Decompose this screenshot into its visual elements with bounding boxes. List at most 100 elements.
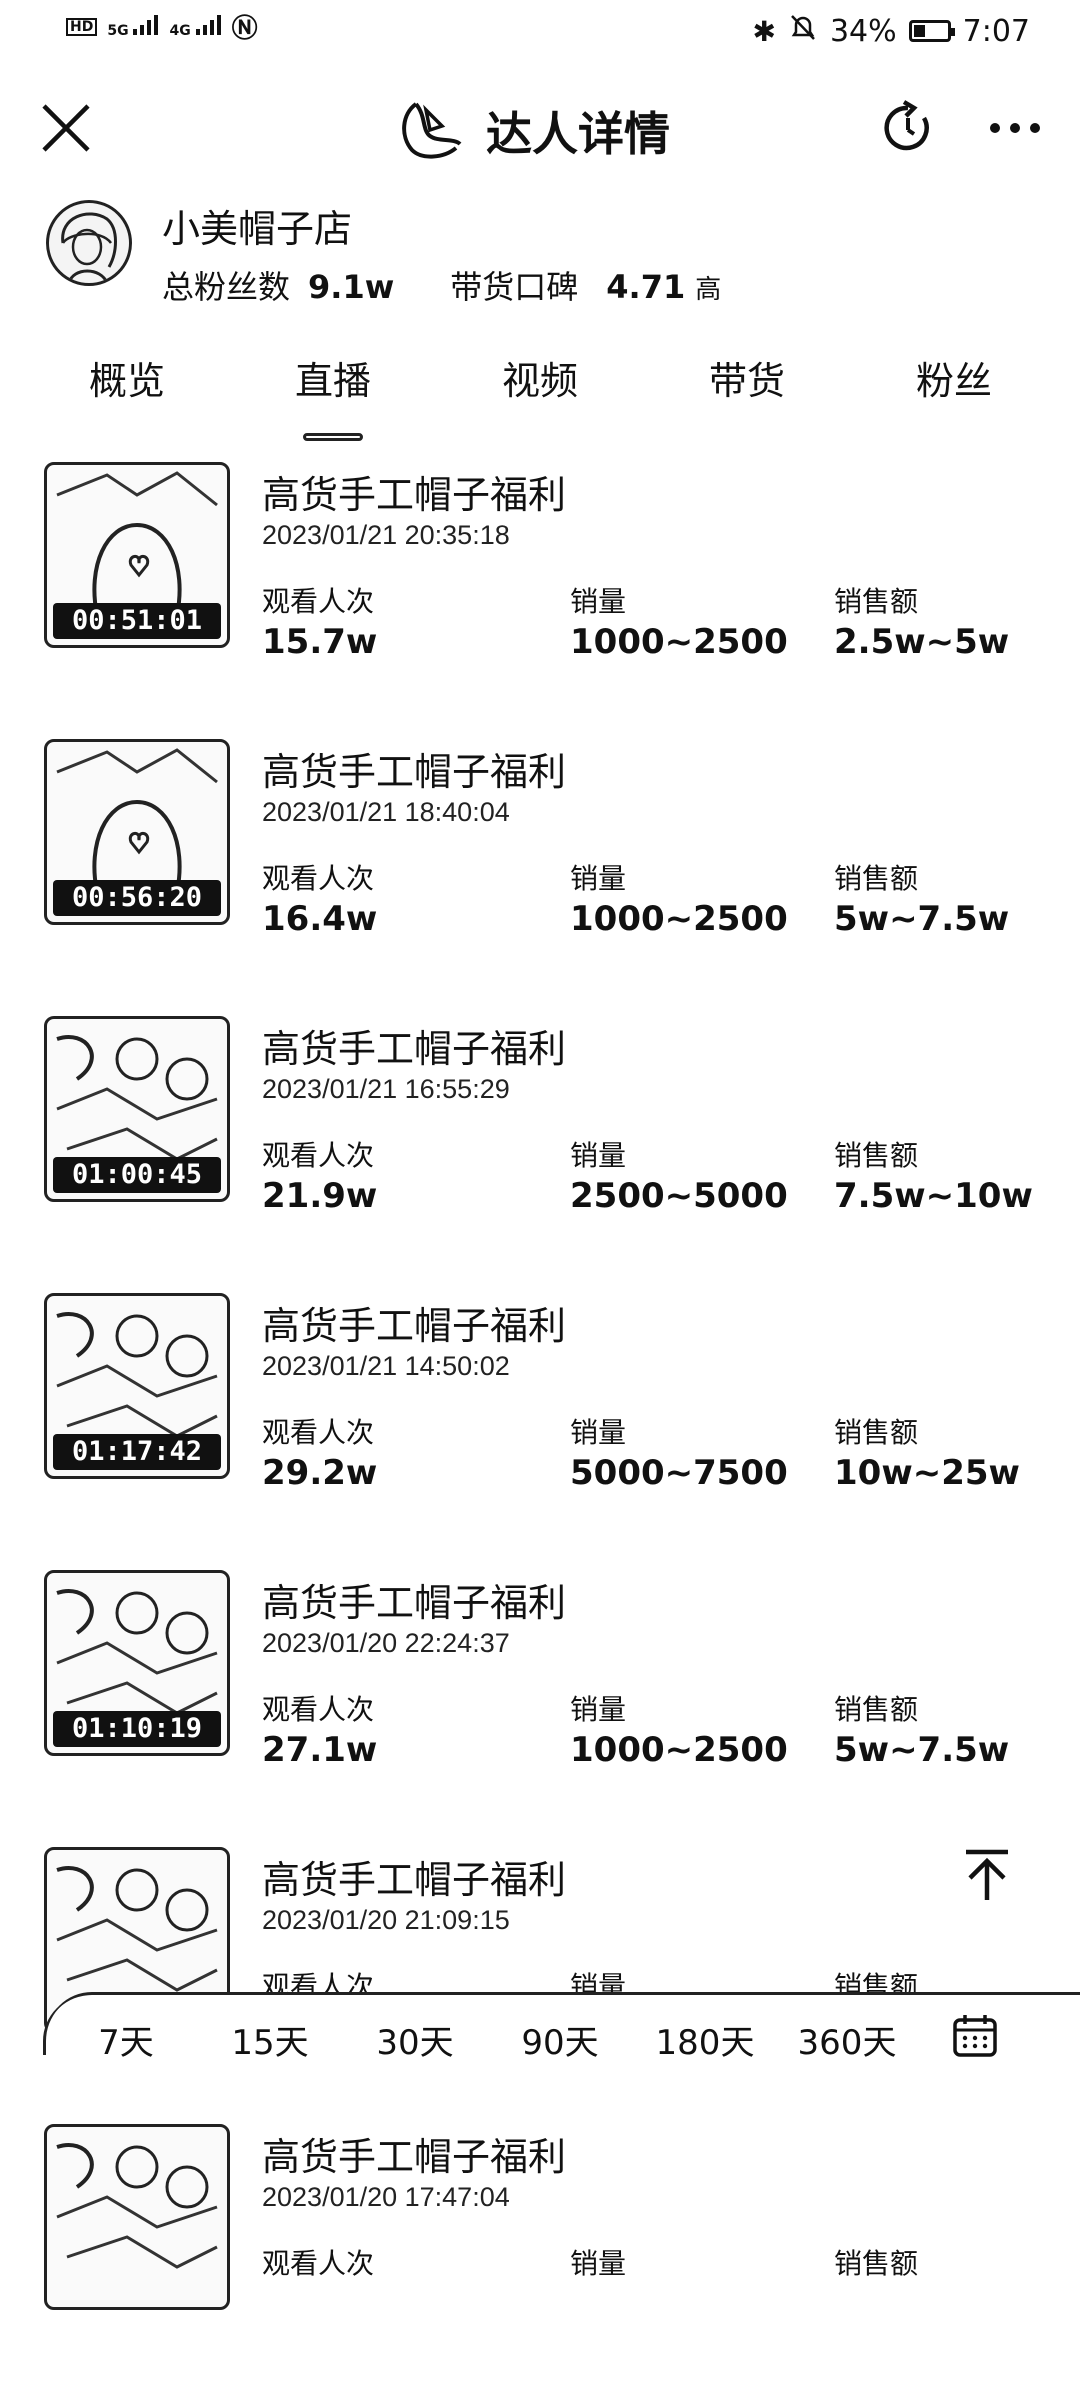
hd-icon: HD [66, 17, 98, 36]
revenue-metric: 销售额 5w~7.5w [834, 1688, 1009, 1770]
stream-duration: 00:51:01 [53, 603, 221, 639]
views-metric: 观看人次 [262, 2242, 374, 2284]
tab-overview[interactable]: 概览 [89, 350, 165, 405]
profile-stats: 总粉丝数 9.1w 带货口碑 4.71 高 [162, 262, 721, 308]
views-value: 21.9w [262, 1176, 378, 1216]
views-metric: 观看人次 27.1w [262, 1688, 377, 1770]
stream-item[interactable]: 00:56:20 高货手工帽子福利 2023/01/21 18:40:04 观看人次 1… [0, 739, 1080, 1016]
time-filter-bar: 7天 15天 30天 90天 180天 360天 [43, 1992, 1080, 2087]
filter-7-days[interactable]: 7天 [98, 2015, 154, 2064]
stream-time: 2023/01/20 21:09:15 [262, 1905, 510, 1935]
stream-time: 2023/01/20 17:47:04 [262, 2182, 510, 2212]
stream-item[interactable]: 01:00:45 高货手工帽子福利 2023/01/21 16:55:29 观看人次 2… [0, 1016, 1080, 1293]
refresh-icon [884, 100, 929, 151]
tab-video[interactable]: 视频 [502, 350, 578, 405]
battery-percent: 34% [829, 13, 897, 49]
views-label: 观看人次 [262, 1139, 375, 1172]
stream-thumbnail[interactable]: 01:10:19 [44, 1570, 230, 1756]
sales-metric: 销量 2500~5000 [570, 1134, 788, 1216]
revenue-value: 7.5w~10w [834, 1176, 1033, 1216]
filter-360-days[interactable]: 360天 [798, 2015, 897, 2064]
stream-thumbnail[interactable] [44, 2124, 230, 2310]
stream-item[interactable]: 01:17:42 高货手工帽子福利 2023/01/21 14:50:02 观看人次 2… [0, 1293, 1080, 1570]
tab-live[interactable]: 直播 [295, 350, 371, 405]
signal-5g-label: 5G [107, 22, 129, 39]
battery-icon [908, 20, 955, 42]
filter-180-days[interactable]: 180天 [656, 2015, 755, 2064]
close-button[interactable] [38, 100, 94, 156]
battery-fill [913, 25, 925, 37]
signal-4g-label: 4G [169, 22, 191, 39]
filter-90-days[interactable]: 90天 [521, 2015, 598, 2064]
stream-time: 2023/01/21 20:35:18 [262, 520, 510, 550]
rating-value: 4.71 [606, 268, 686, 306]
refresh-button[interactable] [880, 100, 936, 156]
stream-thumbnail[interactable]: 00:51:01 [44, 462, 230, 648]
revenue-value: 2.5w~5w [834, 622, 1010, 662]
stream-title: 高货手工帽子福利 [262, 2135, 567, 2179]
sales-label: 销量 [570, 2247, 627, 2280]
status-bar: HD 5G 4G Ⓝ ✱ 34% 7:07 [0, 0, 1080, 64]
stream-title: 高货手工帽子福利 [262, 1858, 567, 1902]
shop-name: 小美帽子店 [162, 207, 353, 251]
stream-time: 2023/01/21 14:50:02 [262, 1351, 510, 1381]
sales-label: 销量 [570, 1416, 627, 1449]
signal-5g-icon: 5G [107, 14, 159, 39]
views-value: 29.2w [262, 1453, 378, 1493]
stream-title: 高货手工帽子福利 [262, 1027, 567, 1071]
active-tab-indicator [303, 433, 363, 441]
mute-icon [788, 12, 818, 50]
tab-products[interactable]: 带货 [709, 350, 785, 405]
sales-value: 1000~2500 [570, 1730, 788, 1770]
sales-value: 2500~5000 [570, 1176, 788, 1216]
back-to-top-button[interactable] [962, 1848, 1012, 1902]
stream-thumbnail[interactable]: 01:00:45 [44, 1016, 230, 1202]
sales-metric: 销量 1000~2500 [570, 857, 788, 939]
tab-fans[interactable]: 粉丝 [916, 350, 992, 405]
revenue-label: 销售额 [834, 1416, 919, 1449]
revenue-label: 销售额 [834, 1693, 919, 1726]
stream-title: 高货手工帽子福利 [262, 473, 567, 517]
stream-thumbnail[interactable]: 00:56:20 [44, 739, 230, 925]
views-metric: 观看人次 21.9w [262, 1134, 377, 1216]
status-right: ✱ 34% 7:07 [752, 12, 1030, 50]
stream-thumbnail[interactable]: 01:17:42 [44, 1293, 230, 1479]
revenue-metric: 销售额 2.5w~5w [834, 580, 1009, 662]
more-button[interactable] [985, 100, 1045, 156]
back-to-top-icon [966, 1849, 1008, 1900]
filter-30-days[interactable]: 30天 [376, 2015, 453, 2064]
stream-item[interactable]: 00:51:01 高货手工帽子福利 2023/01/21 20:35:18 观看人次 1… [0, 462, 1080, 739]
stream-duration: 00:56:20 [53, 880, 221, 916]
clock: 7:07 [962, 13, 1030, 49]
revenue-label: 销售额 [834, 2247, 919, 2280]
stream-title: 高货手工帽子福利 [262, 750, 567, 794]
views-label: 观看人次 [262, 585, 375, 618]
avatar[interactable] [46, 200, 132, 286]
revenue-label: 销售额 [834, 1139, 919, 1172]
revenue-value: 10w~25w [834, 1453, 1020, 1493]
views-label: 观看人次 [262, 862, 375, 895]
stream-duration: 01:10:19 [53, 1711, 221, 1747]
stream-list[interactable]: 00:51:01 高货手工帽子福利 2023/01/21 20:35:18 观看人次 1… [0, 462, 1080, 2401]
rating-grade: 高 [695, 275, 722, 305]
revenue-metric: 销售额 [834, 2242, 918, 2284]
views-value: 27.1w [262, 1730, 378, 1770]
stream-item[interactable]: 高货手工帽子福利 2023/01/20 17:47:04 观看人次 销量 销售额 [0, 2124, 1080, 2401]
views-label: 观看人次 [262, 1693, 375, 1726]
filter-15-days[interactable]: 15天 [231, 2015, 308, 2064]
stream-item[interactable]: 01:10:19 高货手工帽子福利 2023/01/20 22:24:37 观看人次 2… [0, 1570, 1080, 1847]
page-title: 达人详情 [486, 107, 670, 161]
thumbnail-image [56, 2143, 218, 2269]
fans-label: 总粉丝数 [162, 268, 291, 306]
stream-time: 2023/01/21 18:40:04 [262, 797, 510, 827]
revenue-value: 5w~7.5w [834, 1730, 1010, 1770]
stream-duration: 01:17:42 [53, 1434, 221, 1470]
fans-value: 9.1w [308, 268, 395, 306]
stream-time: 2023/01/20 22:24:37 [262, 1628, 510, 1658]
sales-label: 销量 [570, 585, 627, 618]
revenue-value: 5w~7.5w [834, 899, 1010, 939]
sales-value: 5000~7500 [570, 1453, 788, 1493]
stream-title: 高货手工帽子福利 [262, 1304, 567, 1348]
title-wrap: 达人详情 [396, 96, 670, 166]
calendar-button[interactable] [952, 2013, 998, 2059]
